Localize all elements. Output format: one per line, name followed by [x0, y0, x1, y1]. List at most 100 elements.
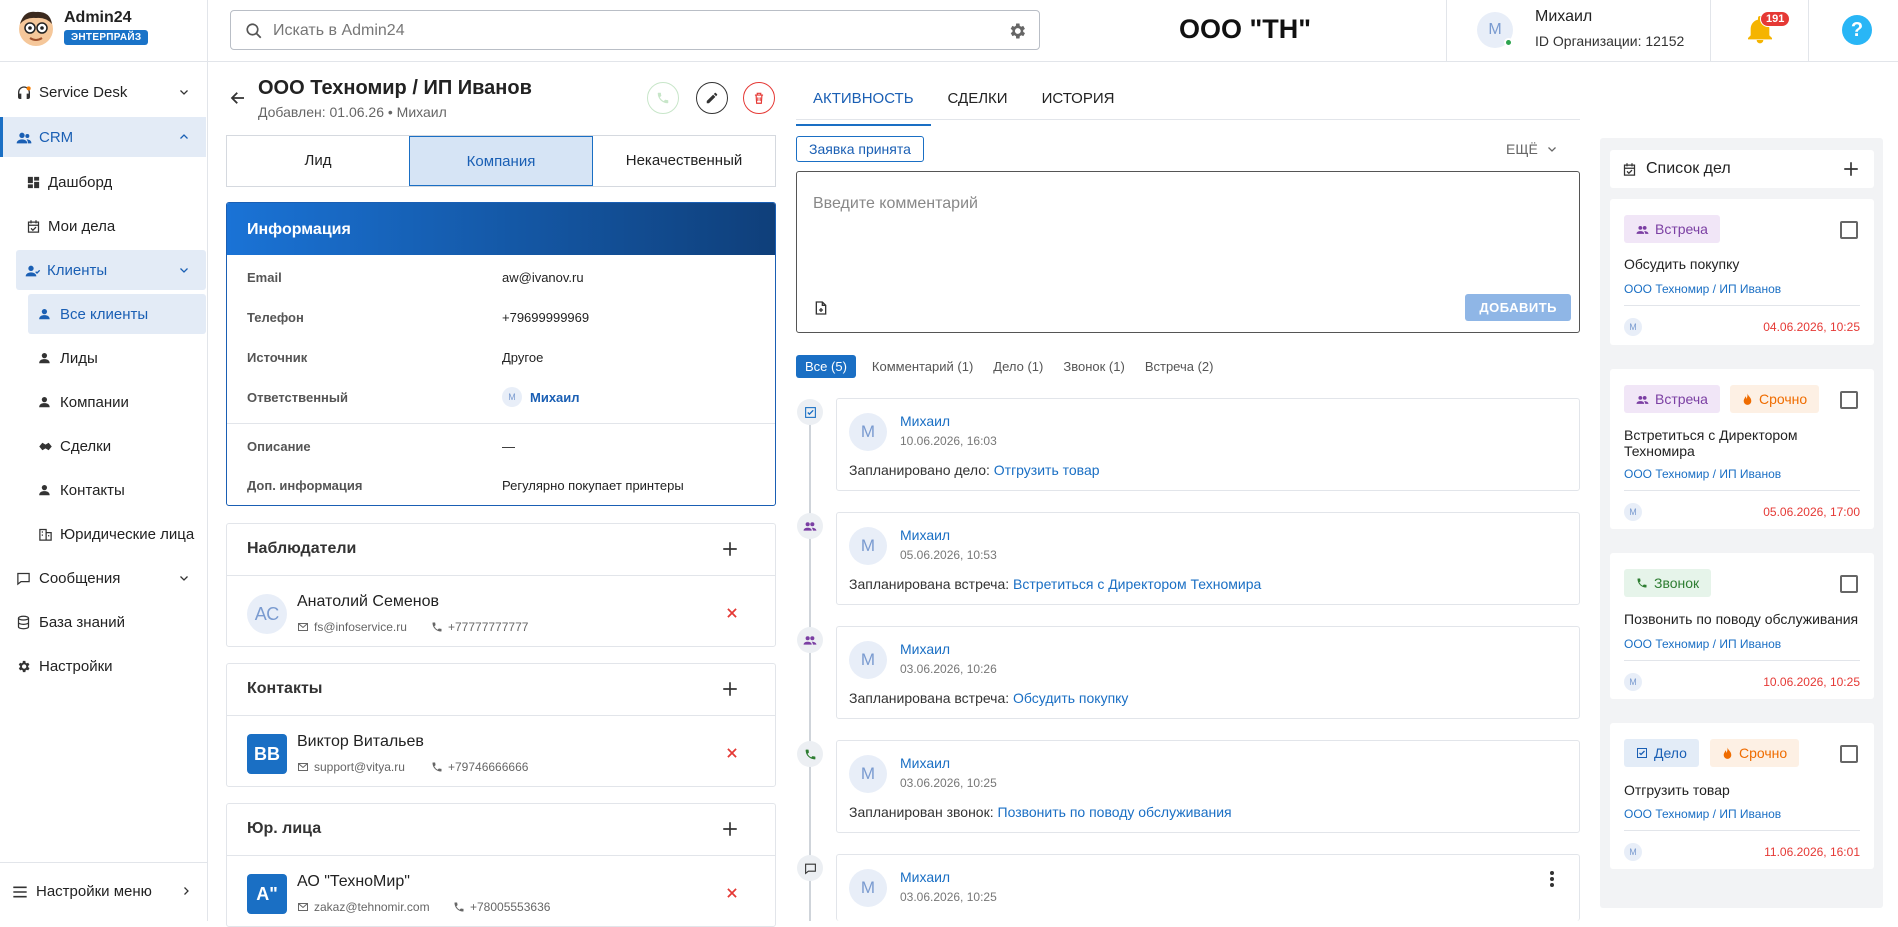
contact-name[interactable]: Виктор Витальев [297, 733, 424, 751]
edit-button[interactable] [696, 82, 728, 114]
delete-button[interactable] [743, 82, 775, 114]
todo-card[interactable]: Встреча Обсудить покупку ООО Техномир / … [1610, 199, 1874, 345]
sidebar-item-knowledge-base[interactable]: База знаний [0, 602, 206, 642]
call-tag: Звонок [1624, 569, 1712, 597]
user-menu[interactable]: М Михаил ID Организации: 12152 [1446, 0, 1711, 62]
avatar: М [1624, 843, 1642, 861]
sidebar-item-dashboard[interactable]: Дашборд [16, 162, 206, 202]
segment-unqualified[interactable]: Некачественный [593, 136, 775, 186]
filter-meeting[interactable]: Встреча (2) [1141, 355, 1218, 378]
todo-card[interactable]: Встреча Срочно Встретиться с Директором … [1610, 369, 1874, 529]
add-comment-button[interactable]: ДОБАВИТЬ [1465, 294, 1571, 321]
info-value-responsible[interactable]: М Михаил [502, 387, 580, 407]
activity-link[interactable]: Встретиться с Директором Техномира [1013, 576, 1261, 592]
segment-lead[interactable]: Лид [227, 136, 409, 186]
info-value-phone[interactable]: +79699999969 [502, 310, 589, 325]
task-company-link[interactable]: ООО Техномир / ИП Иванов [1624, 282, 1781, 296]
activity-author[interactable]: Михаил [900, 413, 950, 429]
activity-link[interactable]: Отгрузить товар [994, 462, 1100, 478]
sidebar-item-service-desk[interactable]: Service Desk [0, 72, 206, 112]
avatar: М [502, 387, 522, 407]
task-description: Встретиться с Директором Техномира [1624, 427, 1798, 459]
app-logo-avatar-icon [19, 11, 53, 46]
sidebar-item-messages[interactable]: Сообщения [0, 558, 206, 598]
todo-title: Список дел [1646, 160, 1731, 177]
sidebar-item-clients[interactable]: Клиенты [16, 250, 206, 290]
meeting-tag: Встреча [1624, 215, 1720, 243]
activity-author[interactable]: Михаил [900, 869, 950, 885]
meeting-tag: Встреча [1624, 385, 1720, 413]
more-dropdown[interactable]: ЕЩЁ [1506, 141, 1558, 157]
segment-company[interactable]: Компания [409, 136, 593, 186]
sidebar-item-crm[interactable]: CRM [0, 117, 206, 157]
fire-icon [1743, 393, 1752, 405]
chevron-down-icon [180, 90, 188, 95]
task-description: Позвонить по поводу обслуживания [1624, 611, 1859, 627]
remove-contact-close-icon[interactable] [725, 746, 739, 760]
filter-comment[interactable]: Комментарий (1) [868, 355, 977, 378]
add-contact-plus-icon[interactable] [721, 680, 739, 698]
responsible-name: Михаил [530, 389, 580, 405]
add-task-plus-icon[interactable] [1842, 160, 1860, 178]
call-button[interactable] [647, 82, 679, 114]
search-input[interactable]: Искать в Admin24 [230, 10, 1040, 50]
help-button[interactable]: ? [1842, 15, 1872, 45]
sidebar-item-settings[interactable]: Настройки [0, 646, 206, 686]
info-value-email[interactable]: aw@ivanov.ru [502, 270, 584, 285]
activity-author[interactable]: Михаил [900, 755, 950, 771]
menu-settings-button[interactable]: Настройки меню [0, 862, 207, 921]
avatar: А" [247, 874, 287, 914]
sidebar-item-label: База знаний [39, 614, 125, 631]
activity-author[interactable]: Михаил [900, 641, 950, 657]
sidebar-item-leads[interactable]: Лиды [28, 338, 206, 378]
headset-icon [18, 86, 31, 99]
sidebar-item-legal-entities[interactable]: Юридические лица [28, 514, 206, 554]
app-logo-area[interactable]: Admin24 ЭНТЕРПРАЙЗ [0, 0, 208, 62]
todo-card[interactable]: Дело Срочно Отгрузить товар ООО Техномир… [1610, 723, 1874, 869]
sidebar-item-companies[interactable]: Компании [28, 382, 206, 422]
task-checkbox[interactable] [1840, 745, 1858, 763]
sidebar-item-label: Контакты [60, 482, 125, 499]
more-vertical-icon[interactable] [1549, 871, 1555, 887]
task-checkbox[interactable] [1840, 391, 1858, 409]
task-company-link[interactable]: ООО Техномир / ИП Иванов [1624, 467, 1781, 481]
person-icon [39, 485, 50, 496]
gear-icon[interactable] [1007, 21, 1027, 41]
activity-author[interactable]: Михаил [900, 527, 950, 543]
status-badge[interactable]: Заявка принята [796, 136, 924, 162]
task-checkbox[interactable] [1840, 221, 1858, 239]
phone-icon [1637, 578, 1647, 588]
legal-entities-card: Юр. лица А" АО "ТехноМир" zakaz@tehnomir… [226, 803, 776, 927]
sidebar-item-contacts[interactable]: Контакты [28, 470, 206, 510]
divider [227, 855, 775, 856]
task-check-icon [804, 406, 816, 418]
back-arrow-icon[interactable] [229, 89, 247, 107]
comment-input[interactable]: Введите комментарий ДОБАВИТЬ [796, 171, 1580, 333]
sidebar-item-deals[interactable]: Сделки [28, 426, 206, 466]
add-observer-plus-icon[interactable] [721, 540, 739, 558]
remove-legal-entity-close-icon[interactable] [725, 886, 739, 900]
filter-task[interactable]: Дело (1) [989, 355, 1047, 378]
sidebar-item-all-clients[interactable]: Все клиенты [28, 294, 206, 334]
sidebar-item-label: CRM [39, 129, 74, 146]
organization-id: ID Организации: 12152 [1535, 33, 1685, 49]
sidebar-item-my-tasks[interactable]: Мои дела [16, 206, 206, 246]
activity-link[interactable]: Позвонить по поводу обслуживания [998, 804, 1232, 820]
edition-badge: ЭНТЕРПРАЙЗ [64, 30, 149, 45]
filter-call[interactable]: Звонок (1) [1059, 355, 1128, 378]
task-due-date: 10.06.2026, 10:25 [1763, 675, 1860, 689]
filter-all[interactable]: Все (5) [796, 355, 856, 378]
task-checkbox[interactable] [1840, 575, 1858, 593]
observer-name[interactable]: Анатолий Семенов [297, 593, 439, 611]
online-status-dot [1504, 38, 1513, 47]
task-company-link[interactable]: ООО Техномир / ИП Иванов [1624, 637, 1781, 651]
remove-observer-close-icon[interactable] [725, 606, 739, 620]
todo-card[interactable]: Звонок Позвонить по поводу обслуживания … [1610, 553, 1874, 699]
activity-link[interactable]: Обсудить покупку [1013, 690, 1128, 706]
attach-file-icon[interactable] [813, 300, 829, 316]
comment-placeholder: Введите комментарий [813, 195, 978, 212]
add-legal-entity-plus-icon[interactable] [721, 820, 739, 838]
task-company-link[interactable]: ООО Техномир / ИП Иванов [1624, 807, 1781, 821]
legal-entity-name[interactable]: АО "ТехноМир" [297, 873, 410, 891]
chevron-down-icon [1547, 147, 1556, 152]
